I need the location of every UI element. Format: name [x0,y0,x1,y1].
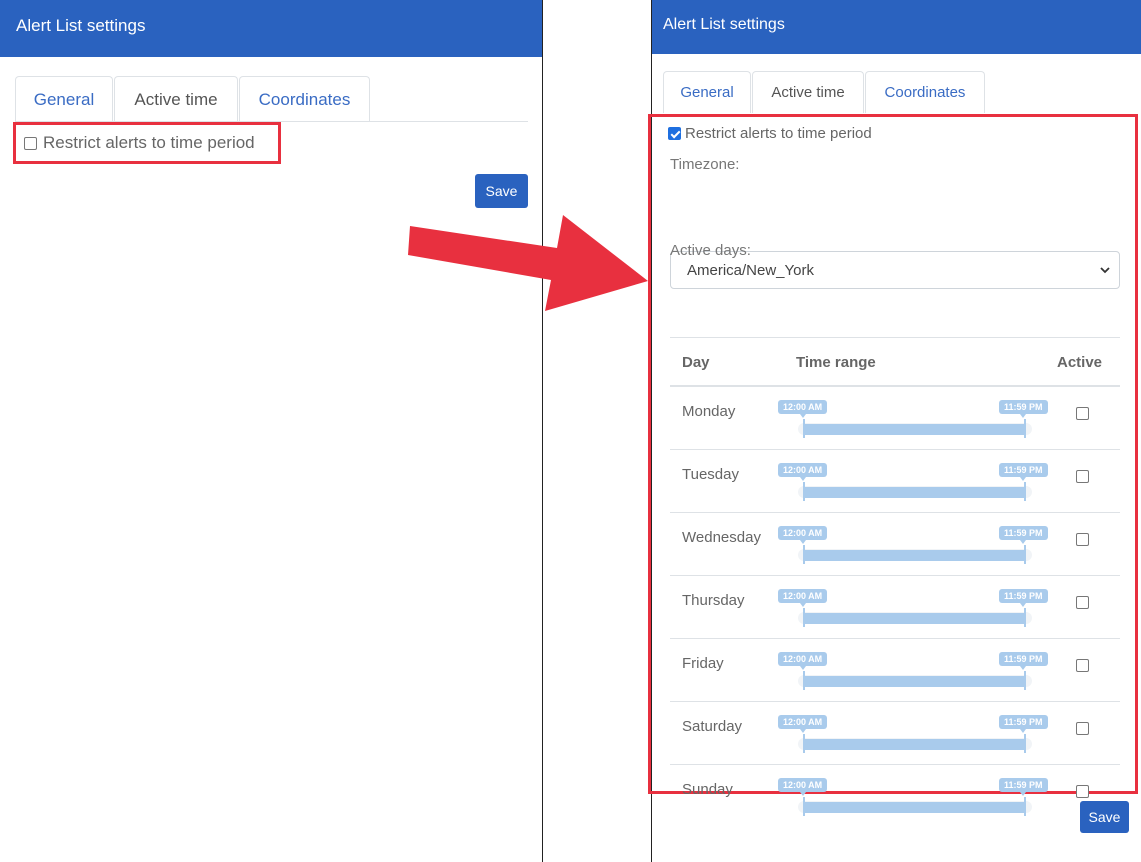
slider-end-handle[interactable] [1024,482,1026,501]
day-label: Saturday [682,718,743,735]
slider-end-handle[interactable] [1024,797,1026,816]
active-days-table: Day Time range Active Monday 12:00 AM 11:5… [670,337,1120,828]
table-body: Monday 12:00 AM 11:59 PM Tuesday 12:00 AM 11:… [670,387,1120,828]
start-time-label: 12:00 AM [778,715,828,733]
end-time-label: 11:59 PM [999,589,1048,607]
day-active-checkbox[interactable] [1076,659,1089,672]
slider-end-handle[interactable] [1024,671,1026,690]
tab-coordinates[interactable]: Coordinates [865,71,985,113]
time-range-fill [803,487,1025,498]
end-time-label: 11:59 PM [999,715,1048,733]
start-time-label: 12:00 AM [778,463,828,481]
left-settings-panel: Alert List settings General Active time … [0,0,543,862]
highlight-box [13,122,281,164]
tab-active-time[interactable]: Active time [752,71,864,113]
table-row: Sunday 12:00 AM 11:59 PM [670,765,1120,828]
start-time-label: 12:00 AM [778,589,828,607]
end-time-label: 11:59 PM [999,526,1048,544]
save-button[interactable]: Save [1080,801,1129,833]
time-range-fill [803,424,1025,435]
slider-end-handle[interactable] [1024,608,1026,627]
active-days-label: Active days: [670,242,751,259]
slider-end-handle[interactable] [1024,419,1026,438]
day-label: Wednesday [682,529,761,546]
day-active-checkbox[interactable] [1076,722,1089,735]
end-time-label: 11:59 PM [999,778,1048,796]
header-time-range: Time range [796,354,876,371]
table-row: Tuesday 12:00 AM 11:59 PM [670,450,1120,513]
tab-bar: General Active time Coordinates [663,71,986,113]
day-label: Friday [682,655,724,672]
panel-title: Alert List settings [16,16,146,35]
restrict-label: Restrict alerts to time period [685,125,872,142]
day-label: Tuesday [682,466,739,483]
table-row: Thursday 12:00 AM 11:59 PM [670,576,1120,639]
start-time-label: 12:00 AM [778,652,828,670]
day-active-checkbox[interactable] [1076,407,1089,420]
header-active: Active [1057,354,1103,371]
panel-header: Alert List settings [652,0,1141,54]
panel-header: Alert List settings [0,0,542,57]
slider-start-handle[interactable] [803,482,805,501]
time-range-fill [803,613,1025,624]
day-active-checkbox[interactable] [1076,470,1089,483]
slider-start-handle[interactable] [803,671,805,690]
day-active-checkbox[interactable] [1076,785,1089,798]
day-label: Thursday [682,592,745,609]
table-header: Day Time range Active [670,337,1120,387]
header-day: Day [682,354,710,371]
table-row: Monday 12:00 AM 11:59 PM [670,387,1120,450]
slider-start-handle[interactable] [803,734,805,753]
highlight-box: Restrict alerts to time period Timezone:… [648,114,1138,816]
time-range-fill [803,802,1025,813]
slider-start-handle[interactable] [803,545,805,564]
tab-general[interactable]: General [663,71,751,113]
end-time-label: 11:59 PM [999,652,1048,670]
slider-start-handle[interactable] [803,797,805,816]
tab-general[interactable]: General [15,76,113,122]
slider-start-handle[interactable] [803,419,805,438]
slider-end-handle[interactable] [1024,734,1026,753]
start-time-label: 12:00 AM [778,526,828,544]
start-time-label: 12:00 AM [778,400,828,418]
time-range-fill [803,550,1025,561]
day-label: Monday [682,403,736,420]
table-row: Friday 12:00 AM 11:59 PM [670,639,1120,702]
right-settings-panel: Alert List settings General Active time … [648,0,1141,862]
panel-title: Alert List settings [663,16,785,33]
slider-end-handle[interactable] [1024,545,1026,564]
right-arrow-icon [408,215,648,311]
tab-bar: General Active time Coordinates [15,76,371,122]
tab-coordinates[interactable]: Coordinates [239,76,370,122]
timezone-label: Timezone: [670,156,740,173]
chevron-down-icon [1100,267,1110,274]
table-row: Saturday 12:00 AM 11:59 PM [670,702,1120,765]
start-time-label: 12:00 AM [778,778,828,796]
timezone-value: America/New_York [687,261,814,279]
end-time-label: 11:59 PM [999,400,1048,418]
slider-start-handle[interactable] [803,608,805,627]
time-range-fill [803,676,1025,687]
table-row: Wednesday 12:00 AM 11:59 PM [670,513,1120,576]
save-button[interactable]: Save [475,174,528,208]
day-active-checkbox[interactable] [1076,596,1089,609]
time-range-fill [803,739,1025,750]
day-active-checkbox[interactable] [1076,533,1089,546]
restrict-checkbox[interactable] [668,127,681,140]
day-label: Sunday [682,781,733,798]
restrict-row: Restrict alerts to time period [668,125,872,142]
end-time-label: 11:59 PM [999,463,1048,481]
tab-active-time[interactable]: Active time [114,76,238,122]
